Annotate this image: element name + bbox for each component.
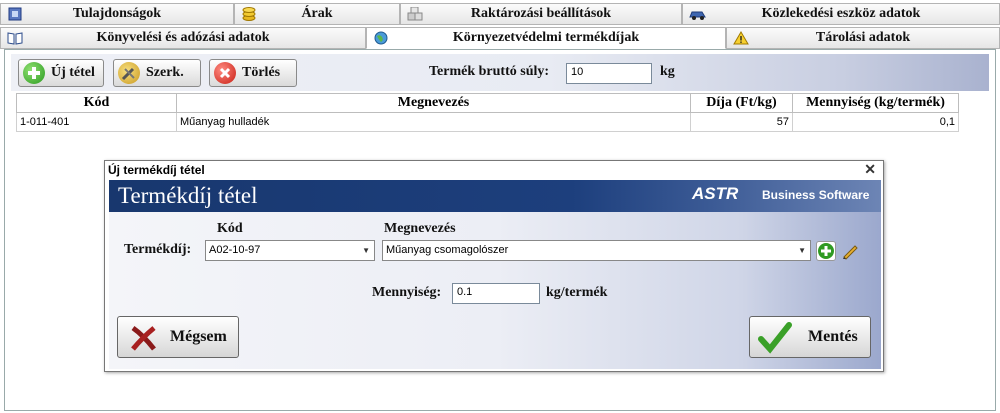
product-fee-dialog: Új termékdíj tétel ✕ Termékdíj tétel AST… [104, 160, 884, 372]
close-icon[interactable]: ✕ [864, 161, 876, 178]
cell-code: 1-011-401 [16, 112, 177, 132]
code-header: Kód [217, 221, 243, 236]
chevron-down-icon[interactable]: ▼ [362, 246, 370, 255]
product-fee-label: Termékdíj: [124, 242, 192, 257]
properties-icon [7, 7, 23, 21]
dialog-body: Kód Megnevezés Termékdíj: A02-10-97 ▼ Mű… [109, 212, 881, 369]
name-header: Megnevezés [384, 221, 456, 236]
tab-storage-settings[interactable]: Raktározási beállítások [400, 3, 682, 25]
dialog-banner: Termékdíj tétel ASTR Business Software [109, 180, 881, 212]
col-header-code[interactable]: Kód [16, 93, 177, 113]
tab-vehicle-data[interactable]: Közlekedési eszköz adatok [682, 3, 1000, 25]
new-item-button[interactable]: Új tétel [18, 59, 104, 87]
quantity-unit: kg/termék [546, 285, 608, 300]
delete-button[interactable]: Törlés [209, 59, 297, 87]
cancel-x-icon [131, 325, 156, 351]
code-combo[interactable]: A02-10-97 ▼ [205, 240, 375, 261]
chevron-down-icon[interactable]: ▼ [798, 246, 806, 255]
boxes-icon [407, 6, 423, 21]
cell-quantity: 0,1 [792, 112, 959, 132]
cell-fee: 57 [690, 112, 793, 132]
tab-row-2: Könyvelési és adózási adatok Környezetvé… [0, 27, 1000, 49]
tab-accounting-tax[interactable]: Könyvelési és adózási adatok [0, 27, 366, 49]
save-button[interactable]: Mentés [749, 316, 871, 358]
gross-weight-input[interactable]: 10 [566, 63, 652, 84]
tab-row-1: Tulajdonságok Árak Raktározási beállítás… [0, 3, 1000, 25]
quantity-label: Mennyiség: [372, 285, 442, 300]
banner-title: Termékdíj tétel [118, 183, 258, 208]
car-icon [689, 7, 706, 21]
col-header-name[interactable]: Megnevezés [176, 93, 691, 113]
warning-icon [733, 31, 749, 45]
gross-weight-label: Termék bruttó súly: [429, 64, 550, 79]
astra-logo: ASTR [692, 184, 739, 203]
name-combo[interactable]: Műanyag csomagolószer ▼ [382, 240, 811, 261]
tab-properties[interactable]: Tulajdonságok [0, 3, 234, 25]
fee-table: Kód Megnevezés Díja (Ft/kg) Mennyiség (k… [16, 93, 959, 132]
table-row[interactable]: 1-011-401 Műanyag hulladék 57 0,1 [16, 112, 959, 132]
col-header-quantity[interactable]: Mennyiség (kg/termék) [792, 93, 959, 113]
globe-icon [373, 31, 389, 45]
add-fee-icon[interactable] [816, 241, 836, 261]
tools-icon [118, 62, 140, 84]
dialog-title: Új termékdíj tétel [108, 163, 205, 177]
toolbar: Új tétel Szerk. Törlés Termék bruttó súl… [11, 54, 989, 91]
checkmark-icon [758, 322, 792, 354]
col-header-fee[interactable]: Díja (Ft/kg) [690, 93, 793, 113]
edit-pencil-icon[interactable] [840, 241, 860, 261]
cancel-button[interactable]: Mégsem [117, 316, 239, 358]
cell-name: Műanyag hulladék [176, 112, 691, 132]
coins-icon [241, 7, 257, 21]
banner-subtitle: Business Software [762, 188, 870, 202]
tab-environmental-fees[interactable]: Környezetvédelmi termékdíjak [366, 27, 726, 49]
plus-icon [23, 62, 45, 84]
delete-icon [214, 62, 236, 84]
edit-button[interactable]: Szerk. [113, 59, 201, 87]
gross-weight-unit: kg [660, 64, 675, 79]
tab-prices[interactable]: Árak [234, 3, 400, 25]
quantity-input[interactable]: 0.1 [452, 283, 540, 304]
book-icon [7, 31, 23, 45]
tab-storage-data[interactable]: Tárolási adatok [726, 27, 1000, 49]
